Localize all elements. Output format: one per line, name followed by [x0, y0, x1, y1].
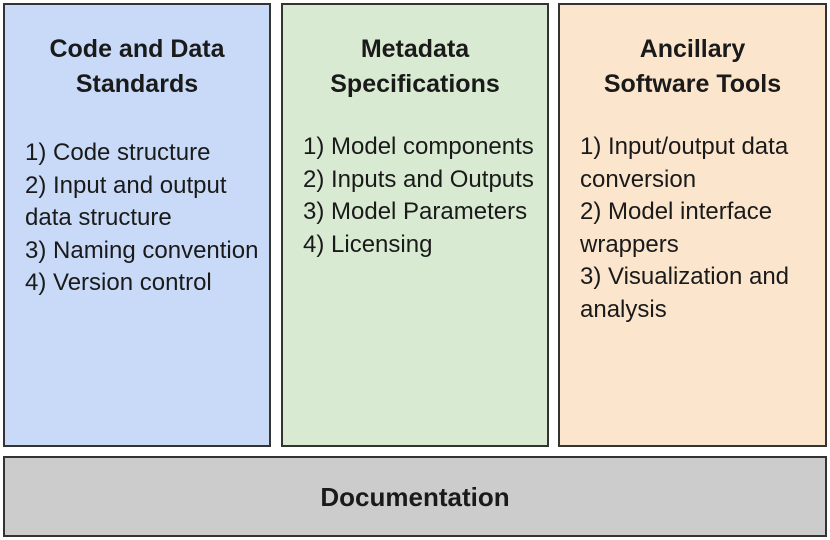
- list-item: 1) Code structure: [25, 139, 211, 166]
- list-item: 3) Naming convention: [25, 236, 259, 264]
- panel-title-line-1: Code and Data: [49, 35, 225, 63]
- list-item: 2) Model interface wrappers: [580, 198, 773, 258]
- code-and-data-standards-panel: Code and Data Standards 1) Code structur…: [3, 3, 271, 447]
- list-item: 4) Version control: [25, 269, 212, 296]
- panel-title: Metadata Specifications: [283, 5, 547, 102]
- list-item: 2) Inputs and Outputs: [303, 165, 534, 193]
- panel-item-list: 1) Code structure 2) Input and output da…: [25, 137, 261, 300]
- panel-item-list: 1) Model components 2) Inputs and Output…: [303, 131, 539, 261]
- panel-title-line-1: Ancillary: [639, 35, 746, 63]
- list-item: 1) Input/output data conversion: [580, 133, 789, 193]
- ancillary-software-tools-panel: Ancillary Software Tools 1) Input/output…: [558, 3, 827, 447]
- documentation-title: Documentation: [320, 482, 510, 512]
- panel-title-line-2: Specifications: [330, 70, 500, 98]
- metadata-specifications-panel: Metadata Specifications 1) Model compone…: [281, 3, 549, 447]
- panel-title: Code and Data Standards: [5, 5, 269, 102]
- panel-item-list: 1) Input/output data conversion 2) Model…: [580, 131, 817, 326]
- list-item: 3) Visualization and analysis: [580, 263, 790, 323]
- list-item: 1) Model components: [303, 133, 534, 160]
- list-item: 3) Model Parameters: [303, 198, 528, 225]
- panel-title-line-2: Standards: [75, 70, 199, 98]
- panel-title: Ancillary Software Tools: [560, 5, 825, 102]
- panel-title-line-2: Software Tools: [603, 70, 782, 98]
- list-item: 4) Licensing: [303, 230, 433, 258]
- documentation-foundation-bar: Documentation: [3, 456, 827, 537]
- list-item: 2) Input and output data structure: [25, 171, 227, 232]
- panel-title-line-1: Metadata: [360, 35, 470, 63]
